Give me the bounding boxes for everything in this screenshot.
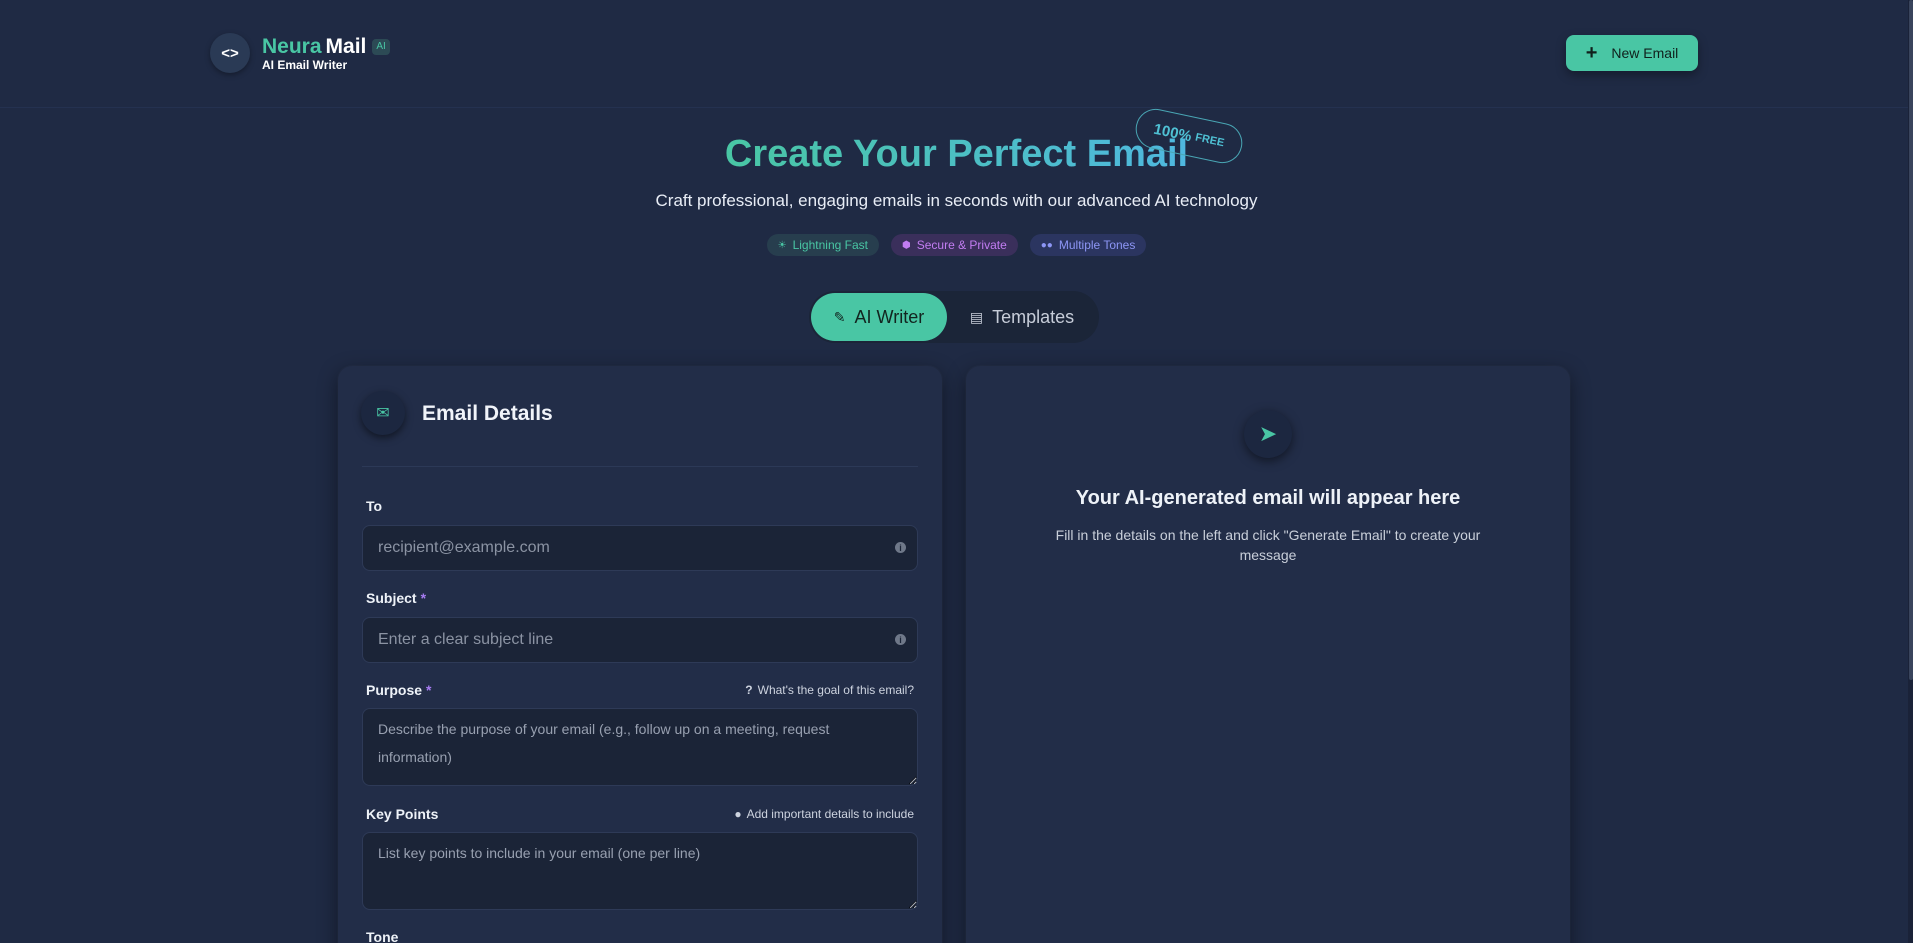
envelope-icon: ✉ <box>361 391 405 435</box>
email-preview-panel: ➤ Your AI-generated email will appear he… <box>966 366 1570 943</box>
new-email-label: New Email <box>1611 45 1679 61</box>
question-icon: ? <box>745 683 753 697</box>
purpose-label-text: Purpose <box>366 682 423 698</box>
chip-lightning-fast: ☀ Lightning Fast <box>766 234 879 256</box>
to-label: To <box>366 498 382 514</box>
scrollbar-thumb[interactable] <box>1909 0 1913 680</box>
page-title-text: Create Your Perfect Email <box>724 133 1189 175</box>
key-points-hint-text: Add important details to include <box>746 807 914 821</box>
chip-label: Secure & Private <box>916 238 1007 252</box>
page-title: Create Your Perfect Email <box>0 128 1913 180</box>
tone-label: Tone <box>366 929 398 943</box>
divider <box>362 466 918 467</box>
key-points-label-text: Key Points <box>366 806 439 822</box>
purpose-label: Purpose * <box>366 682 431 698</box>
feature-chips: ☀ Lightning Fast ⬢ Secure & Private ●● M… <box>0 234 1913 256</box>
key-points-label: Key Points <box>366 806 438 822</box>
purpose-hint: ? What's the goal of this email? <box>745 683 914 697</box>
chip-label: Multiple Tones <box>1058 238 1136 252</box>
email-details-title: Email Details <box>422 402 553 425</box>
file-icon: ▤ <box>969 308 984 325</box>
subject-label-text: Subject <box>366 590 417 606</box>
chip-multiple-tones: ●● Multiple Tones <box>1029 234 1147 256</box>
code-icon[interactable]: <> <box>210 33 250 73</box>
paper-plane-icon: ➤ <box>1244 410 1292 458</box>
key-points-textarea[interactable] <box>362 832 918 910</box>
info-icon[interactable]: i <box>895 634 906 645</box>
free-badge-number: 100% <box>1152 120 1194 145</box>
free-badge-text: FREE <box>1194 131 1226 150</box>
page-subtitle: Craft professional, engaging emails in s… <box>655 191 1258 210</box>
brand-title: Neura Mail AI <box>262 34 390 60</box>
to-label-text: To <box>366 498 383 514</box>
mode-tabs: ✎ AI Writer ▤ Templates <box>809 291 1099 343</box>
magic-wand-icon: ✎ <box>833 308 846 325</box>
chip-secure-private: ⬢ Secure & Private <box>890 234 1018 256</box>
brand-subtitle: AI Email Writer <box>262 58 348 72</box>
users-icon: ●● <box>1040 239 1053 251</box>
subject-label: Subject * <box>366 590 426 606</box>
preview-empty-subtitle: Fill in the details on the left and clic… <box>1055 527 1481 563</box>
info-icon[interactable]: i <box>895 542 906 553</box>
tab-label: Templates <box>992 306 1075 327</box>
bolt-icon: ☀ <box>777 239 787 251</box>
tab-templates[interactable]: ▤ Templates <box>947 293 1097 341</box>
new-email-button[interactable]: + New Email <box>1566 35 1698 71</box>
purpose-hint-text: What's the goal of this email? <box>757 683 914 697</box>
brand[interactable]: Neura Mail AI AI Email Writer <box>262 34 390 72</box>
email-details-panel: ✉ Email Details To i Subject* i Purpose*… <box>338 366 942 943</box>
required-marker: * <box>426 682 432 698</box>
shield-icon: ⬢ <box>901 239 911 251</box>
plus-icon: + <box>1585 42 1598 64</box>
app-header: <> Neura Mail AI AI Email Writer + New E… <box>0 0 1908 108</box>
subject-input[interactable] <box>362 617 918 663</box>
tab-label: AI Writer <box>854 306 925 327</box>
tab-ai-writer[interactable]: ✎ AI Writer <box>811 293 947 341</box>
lightbulb-icon: ● <box>734 807 742 821</box>
tone-label-text: Tone <box>366 929 399 943</box>
key-points-hint: ● Add important details to include <box>734 807 914 821</box>
brand-name-neura: Neura <box>262 35 322 58</box>
to-input[interactable] <box>362 525 918 571</box>
ai-badge: AI <box>372 39 390 55</box>
preview-empty-title: Your AI-generated email will appear here <box>1075 487 1461 509</box>
purpose-textarea[interactable] <box>362 708 918 786</box>
brand-name-mail: Mail <box>325 35 367 58</box>
chip-label: Lightning Fast <box>792 238 868 252</box>
required-marker: * <box>420 590 427 606</box>
